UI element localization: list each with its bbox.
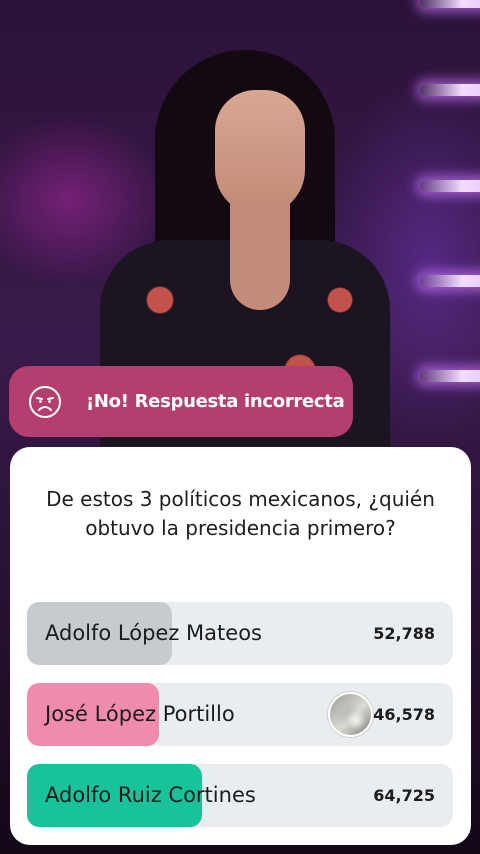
banner-message: ¡No! Respuesta incorrecta [86,391,345,412]
answer-label: José López Portillo [45,702,235,726]
answer-option-3[interactable]: Adolfo Ruiz Cortines 64,725 [27,764,453,827]
vote-count: 46,578 [373,705,435,724]
vote-count: 52,788 [373,624,435,643]
vote-count: 64,725 [373,786,435,805]
answer-label: Adolfo López Mateos [45,621,262,645]
answer-option-2[interactable]: José López Portillo 46,578 [27,683,453,746]
answer-label: Adolfo Ruiz Cortines [45,783,256,807]
answer-option-1[interactable]: Adolfo López Mateos 52,788 [27,602,453,665]
neon-light [420,84,480,96]
neon-light [420,275,480,287]
question-text: De estos 3 políticos mexicanos, ¿quién o… [46,487,435,540]
neon-light [420,370,480,382]
neon-light [420,0,480,8]
question-card: De estos 3 políticos mexicanos, ¿quién o… [10,447,471,845]
sad-face-icon [29,385,61,418]
neon-light [420,180,480,192]
wrong-answer-banner: ¡No! Respuesta incorrecta [9,366,353,437]
user-avatar [328,692,373,737]
